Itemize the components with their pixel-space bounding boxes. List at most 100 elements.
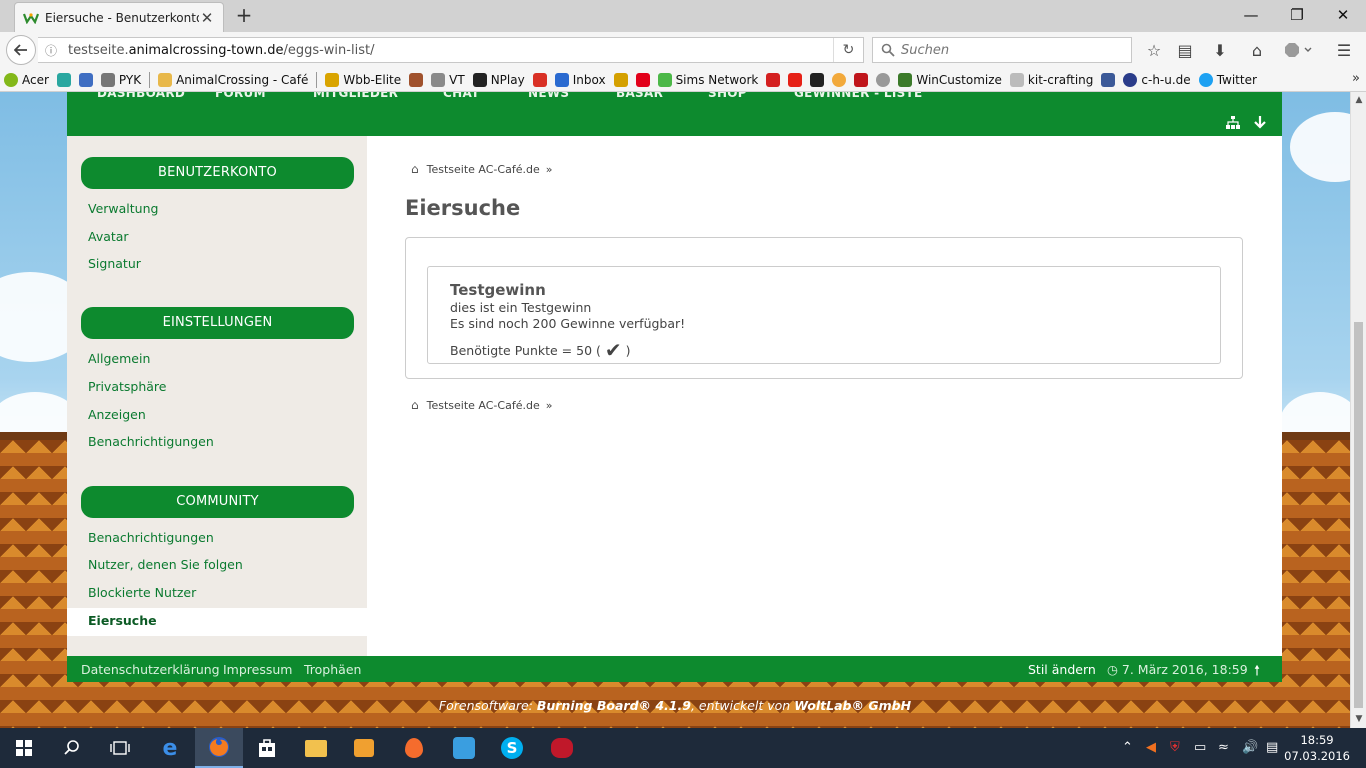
bookmark-globe[interactable]	[876, 72, 891, 87]
sidebar-link-signatur[interactable]: Signatur	[88, 256, 141, 271]
media-player-icon[interactable]	[340, 728, 388, 768]
footer-link-impressum[interactable]: Impressum	[223, 662, 292, 677]
scroll-down-arrow-icon[interactable]: ▼	[1351, 714, 1366, 724]
bookmark-sims-network[interactable]: Sims Network	[657, 72, 758, 87]
bookmark-youtube[interactable]	[788, 72, 803, 87]
tray-antivirus-icon[interactable]: ⛨	[1170, 740, 1180, 755]
breadcrumb-bottom[interactable]: ⌂ Testseite AC-Café.de »	[411, 398, 552, 412]
close-window-icon[interactable]: ✕	[1320, 0, 1366, 30]
sidebar-link-allgemein[interactable]: Allgemein	[88, 351, 150, 366]
tray-network-icon[interactable]: ≈	[1218, 740, 1229, 755]
bookmark-vt[interactable]: VT	[431, 72, 465, 87]
tray-volume-icon[interactable]: 🔊	[1242, 740, 1258, 755]
bookmark-wbb-elite[interactable]: Wbb-Elite	[325, 72, 401, 87]
browser-tab[interactable]: Eiersuche - Benutzerkonto... ✕	[14, 2, 224, 32]
breadcrumb-link[interactable]: Testseite AC-Café.de	[427, 399, 540, 412]
bookmark-nplay[interactable]: NPlay	[472, 72, 525, 87]
download-icon[interactable]: ⬇	[1206, 36, 1234, 64]
sidebar-link-nutzer-folgen[interactable]: Nutzer, denen Sie folgen	[88, 557, 243, 572]
search-bar[interactable]	[872, 37, 1132, 63]
footer-link-trophaeen[interactable]: Trophäen	[304, 662, 361, 677]
taskbar-search-icon[interactable]	[48, 728, 96, 768]
menu-hamburger-icon[interactable]: ☰	[1330, 36, 1358, 64]
bookmark-bank[interactable]	[613, 72, 628, 87]
sidebar-link-avatar[interactable]: Avatar	[88, 229, 129, 244]
store-icon[interactable]	[243, 728, 291, 768]
breadcrumb[interactable]: ⌂ Testseite AC-Café.de »	[411, 162, 552, 176]
bookmark-creature[interactable]	[409, 72, 424, 87]
bookmark-animalcrossing[interactable]: AnimalCrossing - Café	[158, 72, 308, 87]
copyright-company-link[interactable]: WoltLab® GmbH	[794, 698, 911, 713]
bookmarks-overflow-icon[interactable]: »	[1352, 71, 1360, 86]
bookmark-pyk[interactable]: PYK	[100, 72, 141, 87]
bookmark-wincustomize[interactable]: WinCustomize	[898, 72, 1002, 87]
footer-link-datenschutz[interactable]: Datenschutzerklärung	[81, 662, 220, 677]
firefox-icon[interactable]	[195, 728, 243, 768]
sidebar-link-eiersuche[interactable]: Eiersuche	[67, 608, 367, 636]
sidebar-link-anzeigen[interactable]: Anzeigen	[88, 407, 146, 422]
back-button[interactable]	[6, 35, 36, 65]
bookmark-news[interactable]	[854, 72, 869, 87]
nav-dashboard[interactable]: DASHBOARD	[97, 92, 185, 100]
bookmark-play[interactable]	[78, 72, 93, 87]
bookmark-star-icon[interactable]: ☆	[1140, 36, 1168, 64]
tray-battery-icon[interactable]: ▭	[1194, 740, 1206, 755]
url-text[interactable]: testseite.animalcrossing-town.de/eggs-wi…	[62, 43, 833, 58]
tray-expand-icon[interactable]: ⌃	[1122, 740, 1133, 755]
sidebar-link-verwaltung[interactable]: Verwaltung	[88, 201, 158, 216]
origin-icon[interactable]	[390, 728, 438, 768]
copyright-product-link[interactable]: Burning Board® 4.1.9	[537, 698, 691, 713]
url-bar[interactable]: ⓘ testseite.animalcrossing-town.de/eggs-…	[38, 37, 864, 63]
scroll-up-arrow-icon[interactable]: ▲	[1351, 95, 1366, 105]
page-scrollbar[interactable]: ▲ ▼	[1350, 92, 1366, 728]
file-explorer-icon[interactable]	[292, 728, 340, 768]
edge-icon[interactable]: e	[146, 728, 194, 768]
nav-chat[interactable]: CHAT	[443, 92, 480, 100]
task-view-icon[interactable]	[96, 728, 144, 768]
dragon-app-icon[interactable]	[538, 728, 586, 768]
style-change-link[interactable]: Stil ändern	[1028, 662, 1096, 677]
nav-shop[interactable]: SHOP	[708, 92, 747, 100]
adblock-icon[interactable]	[1282, 36, 1314, 64]
nav-basar[interactable]: BASAR	[616, 92, 663, 100]
scroll-down-icon[interactable]	[1254, 116, 1266, 129]
skype-icon[interactable]: S	[488, 728, 536, 768]
bookmark-puzzle[interactable]	[56, 72, 71, 87]
scrollbar-thumb[interactable]	[1354, 322, 1363, 708]
home-icon[interactable]: ⌂	[1243, 36, 1271, 64]
sidebar-link-benachrichtigungen-settings[interactable]: Benachrichtigungen	[88, 434, 214, 449]
site-info-icon[interactable]: ⓘ	[40, 42, 62, 59]
search-input[interactable]	[901, 42, 1121, 58]
minimize-window-icon[interactable]: —	[1228, 0, 1274, 30]
bookmark-sparkasse[interactable]	[635, 72, 650, 87]
restore-window-icon[interactable]: ❐	[1274, 0, 1320, 30]
bookmark-c-h-u[interactable]: c-h-u.de	[1123, 72, 1191, 87]
scroll-top-icon[interactable]: 🠕	[1254, 660, 1260, 684]
bookmark-gmail[interactable]	[532, 72, 547, 87]
nav-news[interactable]: NEWS	[528, 92, 569, 100]
taskbar-clock[interactable]: 18:59 07.03.2016	[1284, 732, 1350, 764]
bookmark-twitter[interactable]: Twitter	[1198, 72, 1257, 87]
sidebar-link-benachrichtigungen[interactable]: Benachrichtigungen	[88, 530, 214, 545]
bookmark-facebook[interactable]	[1101, 72, 1116, 87]
bookmark-amazon[interactable]	[810, 72, 825, 87]
new-tab-button[interactable]: +	[232, 4, 256, 28]
reading-list-icon[interactable]: ▤	[1171, 36, 1199, 64]
uplay-icon[interactable]	[440, 728, 488, 768]
reload-icon[interactable]: ↻	[833, 38, 863, 62]
bookmark-dots[interactable]	[832, 72, 847, 87]
close-tab-icon[interactable]: ✕	[199, 9, 215, 27]
bookmark-red-1[interactable]	[766, 72, 781, 87]
sidebar-link-privatsphaere[interactable]: Privatsphäre	[88, 379, 166, 394]
nav-mitglieder[interactable]: MITGLIEDER	[313, 92, 398, 100]
windows-start-icon[interactable]	[0, 728, 48, 768]
tray-app-icon[interactable]: ◀	[1146, 740, 1156, 755]
tray-notification-icon[interactable]: ▤	[1266, 740, 1278, 755]
nav-gewinner-liste[interactable]: GEWINNER - LISTE	[794, 92, 923, 100]
bookmark-kit-crafting[interactable]: kit-crafting	[1009, 72, 1093, 87]
sidebar-link-blockierte-nutzer[interactable]: Blockierte Nutzer	[88, 585, 196, 600]
nav-forum[interactable]: FORUM	[215, 92, 266, 100]
bookmark-inbox[interactable]: Inbox	[554, 72, 606, 87]
bookmark-acer[interactable]: Acer	[4, 72, 49, 87]
breadcrumb-link[interactable]: Testseite AC-Café.de	[427, 163, 540, 176]
